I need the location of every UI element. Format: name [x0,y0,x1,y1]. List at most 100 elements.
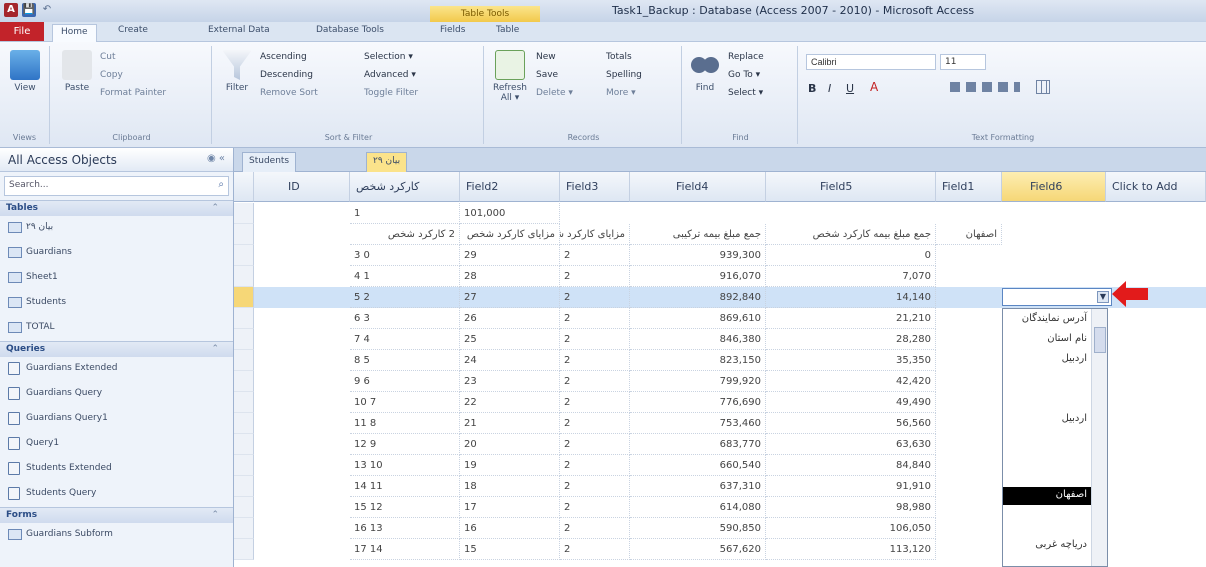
grid-cell[interactable]: 91,910 [766,476,936,497]
row-selector[interactable] [234,203,254,224]
grid-cell[interactable]: 2 [560,245,630,266]
grid-cell[interactable]: 14,140 [766,287,936,308]
grid-cell[interactable]: 3 0 [350,245,460,266]
find-button[interactable]: Find [688,50,722,93]
row-selector[interactable] [234,434,254,455]
tab-create[interactable]: Create [118,25,148,35]
combo-dropdown-list[interactable]: آدرس نمایندگان نام استان اردبیل اردبیل ا… [1002,308,1108,567]
grid-cell[interactable]: 25 [460,329,560,350]
more-button[interactable]: More ▾ [606,88,636,98]
dropdown-option[interactable]: آدرس نمایندگان [1003,311,1091,329]
column-header[interactable]: Field3 [560,172,630,202]
row-selector[interactable] [234,245,254,266]
grid-cell[interactable]: 26 [460,308,560,329]
row-selector[interactable] [234,329,254,350]
dropdown-option[interactable]: نام استان [1003,331,1091,349]
grid-cell[interactable]: 12 9 [350,434,460,455]
bold-icon[interactable]: B [808,82,816,95]
grid-cell[interactable]: 63,630 [766,434,936,455]
grid-cell[interactable]: 56,560 [766,413,936,434]
paste-button[interactable]: Paste [60,50,94,93]
grid-cell[interactable]: 846,380 [630,329,766,350]
grid-cell[interactable]: 35,350 [766,350,936,371]
grid-cell[interactable]: جمع مبلغ بیمه کارکرد شخص [766,224,936,245]
underline-icon[interactable]: U [846,82,854,95]
grid-cell[interactable]: 916,070 [630,266,766,287]
tab-database-tools[interactable]: Database Tools [316,25,384,35]
column-header[interactable]: Field4 [630,172,766,202]
nav-item-form[interactable]: Guardians Subform [0,523,233,548]
font-size-select[interactable]: 11 [940,54,986,70]
grid-cell[interactable]: 9 6 [350,371,460,392]
grid-cell[interactable]: 17 [460,497,560,518]
row-selector[interactable] [234,497,254,518]
search-icon[interactable]: ⌕ [218,179,224,190]
replace-button[interactable]: Replace [728,52,764,62]
grid-cell[interactable]: 1 [350,203,460,224]
grid-cell[interactable]: 8 5 [350,350,460,371]
grid-cell[interactable]: 637,310 [630,476,766,497]
row-selector[interactable] [234,455,254,476]
selection-button[interactable]: Selection ▾ [364,52,413,62]
remove-sort-button[interactable]: Remove Sort [260,88,318,98]
access-app-icon[interactable]: A [4,3,18,17]
row-selector[interactable] [234,476,254,497]
grid-cell[interactable]: 869,610 [630,308,766,329]
italic-icon[interactable]: I [828,82,831,95]
column-header[interactable]: Field5 [766,172,936,202]
grid-cell[interactable]: 7,070 [766,266,936,287]
grid-cell[interactable]: 19 [460,455,560,476]
grid-cell[interactable]: 15 [460,539,560,560]
grid-cell[interactable]: 22 [460,392,560,413]
nav-section-forms[interactable]: Forms ⌃ [0,507,233,523]
grid-cell[interactable]: 98,980 [766,497,936,518]
copy-button[interactable]: Copy [100,70,123,80]
grid-cell[interactable]: 17 14 [350,539,460,560]
totals-button[interactable]: Totals [606,52,632,62]
grid-cell[interactable]: 20 [460,434,560,455]
grid-cell[interactable]: 799,920 [630,371,766,392]
column-header[interactable]: ID [254,172,350,202]
tab-file[interactable]: File [0,22,44,41]
column-header-selected[interactable]: Field6 [1002,172,1106,202]
tab-home[interactable]: Home [52,24,97,42]
nav-item-table[interactable]: Sheet1 [0,266,233,291]
grid-cell[interactable]: جمع مبلغ بیمه ترکیبی [630,224,766,245]
cut-button[interactable]: Cut [100,52,116,62]
grid-cell[interactable]: 2 [560,476,630,497]
grid-cell[interactable]: 28,280 [766,329,936,350]
grid-cell[interactable]: 590,850 [630,518,766,539]
grid-cell[interactable]: 6 3 [350,308,460,329]
nav-item-table[interactable]: Guardians [0,241,233,266]
grid-cell[interactable]: 101,000 [460,203,560,224]
grid-cell[interactable]: 13 10 [350,455,460,476]
font-name-select[interactable]: Calibri [806,54,936,70]
grid-cell[interactable]: اصفهان [936,224,1002,245]
row-selector[interactable] [234,350,254,371]
grid-cell[interactable]: 0 [766,245,936,266]
grid-cell[interactable]: 683,770 [630,434,766,455]
grid-cell[interactable]: 2 [560,308,630,329]
grid-cell[interactable]: 29 [460,245,560,266]
grid-cell[interactable]: 823,150 [630,350,766,371]
grid-cell[interactable]: 2 [560,413,630,434]
grid-cell[interactable]: 28 [460,266,560,287]
nav-item-query[interactable]: Guardians Extended [0,357,233,382]
grid-cell[interactable]: 892,840 [630,287,766,308]
scrollbar-thumb[interactable] [1094,327,1106,353]
row-selector[interactable] [234,413,254,434]
save-icon[interactable]: 💾 [22,3,36,17]
dropdown-scrollbar[interactable] [1091,309,1107,566]
row-selector[interactable] [234,539,254,560]
nav-search-input[interactable]: Search... ⌕ [4,176,229,196]
grid-cell[interactable]: مزایای کارکرد شخص [460,224,560,245]
grid-cell[interactable]: 14 11 [350,476,460,497]
shutter-bar-icon[interactable]: ◉ « [207,153,225,164]
toggle-filter-button[interactable]: Toggle Filter [364,88,418,98]
grid-cell[interactable]: 16 13 [350,518,460,539]
row-selector[interactable] [234,518,254,539]
nav-item-query[interactable]: Query1 [0,432,233,457]
nav-section-queries[interactable]: Queries ⌃ [0,341,233,357]
refresh-all-button[interactable]: Refresh All ▾ [490,50,530,103]
grid-cell[interactable]: 21,210 [766,308,936,329]
